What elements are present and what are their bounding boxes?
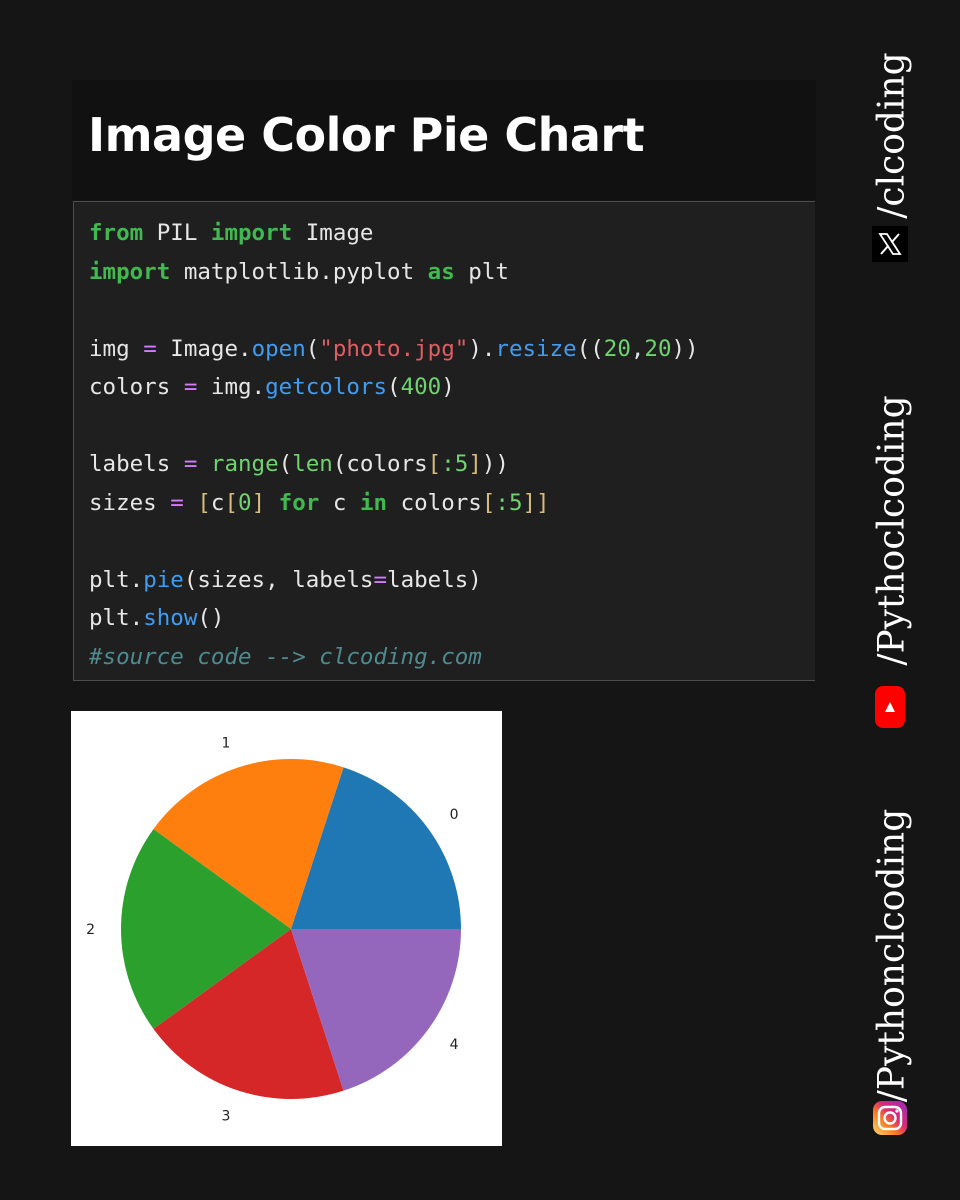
operator: =: [373, 566, 388, 593]
x-logo-icon[interactable]: [872, 226, 908, 262]
pie-label-4: 4: [450, 1037, 459, 1053]
code-token: labels): [387, 566, 482, 593]
code-token: colors: [89, 374, 184, 400]
code-line-4: colors = img.getcolors(400): [89, 374, 455, 400]
number-literal: 400: [400, 374, 442, 400]
code-token: )): [671, 335, 699, 362]
x-logo-glyph: [878, 233, 902, 255]
code-line-5: labels = range(len(colors[:5])): [89, 451, 509, 477]
string-literal: "photo.jpg": [319, 335, 469, 362]
instagram-logo-icon[interactable]: [872, 1100, 908, 1136]
keyword: as: [427, 258, 455, 285]
keyword: from: [89, 220, 144, 246]
operator: =: [170, 489, 184, 516]
code-token: ((: [576, 335, 604, 362]
code-token: c: [210, 489, 225, 516]
pie-label-2: 2: [86, 922, 95, 938]
function-name: pie: [143, 566, 184, 593]
code-token: (: [305, 335, 320, 362]
code-line-7: plt.pie(sizes, labels=labels): [89, 567, 482, 593]
operator: =: [183, 374, 198, 400]
keyword: import: [210, 220, 293, 246]
code-line-2: import matplotlib.pyplot as plt: [89, 259, 509, 285]
code-token: img.: [197, 374, 266, 400]
twitter-handle[interactable]: /clcoding: [872, 52, 913, 218]
code-token: Image.: [156, 335, 252, 362]
code-token: (: [387, 374, 401, 400]
code-token: Image: [292, 220, 374, 246]
instagram-logo-glyph: [873, 1101, 907, 1135]
code-token: ): [441, 374, 455, 400]
code-line-8: plt.show(): [89, 605, 224, 631]
function-name: resize: [495, 335, 577, 362]
bracket: [: [481, 489, 496, 516]
code-token: colors: [387, 489, 482, 516]
number-literal: 0: [238, 489, 252, 516]
youtube-logo-icon[interactable]: [872, 684, 908, 730]
page-title: Image Color Pie Chart: [88, 108, 645, 162]
twitter-handle-wrap: /clcoding: [850, 50, 934, 220]
code-token: plt: [454, 258, 509, 285]
code-line-3: img = Image.open("photo.jpg").resize((20…: [89, 336, 699, 362]
code-token: ,: [630, 335, 645, 362]
pie-chart-panel: 0 1 2 3 4: [71, 711, 502, 1146]
bracket: [: [224, 489, 239, 516]
code-line-6: sizes = [c[0] for c in colors[:5]]: [89, 490, 550, 516]
code-comment: #source code --> clcoding.com: [89, 643, 482, 670]
code-token: (colors: [332, 451, 428, 477]
function-name: getcolors: [265, 374, 388, 400]
builtin-name: len: [292, 451, 333, 477]
slice-colon: :: [441, 451, 455, 477]
bracket: [: [197, 489, 211, 516]
code-token: (): [197, 605, 225, 631]
youtube-handle-wrap: /Pythoclcoding: [850, 390, 934, 670]
bracket: ]: [468, 451, 482, 477]
keyword: for: [278, 489, 320, 516]
code-token: PIL: [143, 220, 211, 246]
instagram-handle[interactable]: /Pythonclcoding: [872, 808, 913, 1102]
operator: =: [183, 451, 198, 477]
number-literal: 5: [508, 489, 523, 516]
code-token: labels: [89, 451, 184, 477]
function-name: open: [251, 335, 306, 362]
code-token: (: [278, 451, 293, 477]
code-token: (sizes, labels: [183, 566, 374, 593]
code-token: img: [89, 335, 144, 362]
number-literal: 20: [603, 335, 631, 362]
pie-label-1: 1: [222, 736, 231, 752]
pie-label-0: 0: [450, 807, 459, 823]
pie-label-3: 3: [222, 1108, 231, 1124]
code-token: c: [319, 489, 360, 516]
slice-colon: :: [495, 489, 509, 516]
number-literal: 20: [644, 335, 672, 362]
instagram-handle-wrap: /Pythonclcoding: [850, 808, 934, 1102]
title-bar: Image Color Pie Chart: [72, 80, 816, 200]
code-token: )): [481, 451, 509, 477]
keyword: in: [359, 489, 388, 516]
code-token: plt.: [89, 566, 144, 593]
number-literal: 5: [454, 451, 469, 477]
youtube-handle[interactable]: /Pythoclcoding: [872, 395, 913, 665]
code-token: ).: [468, 335, 496, 362]
bracket: [: [427, 451, 442, 477]
code-block: from PIL import Image import matplotlib.…: [73, 201, 815, 681]
function-name: show: [143, 605, 198, 631]
builtin-name: range: [210, 451, 279, 477]
bracket: ]]: [522, 489, 550, 516]
code-token: plt.: [89, 605, 144, 631]
youtube-logo-glyph: [875, 686, 905, 728]
code-listing: from PIL import Image import matplotlib.…: [89, 214, 815, 676]
code-token: sizes: [89, 489, 171, 516]
bracket: ]: [251, 489, 266, 516]
code-token: matplotlib.pyplot: [170, 258, 428, 285]
pie-chart: 0 1 2 3 4: [86, 736, 461, 1124]
keyword: import: [89, 258, 171, 285]
operator: =: [143, 335, 157, 362]
code-line-1: from PIL import Image: [89, 220, 373, 246]
